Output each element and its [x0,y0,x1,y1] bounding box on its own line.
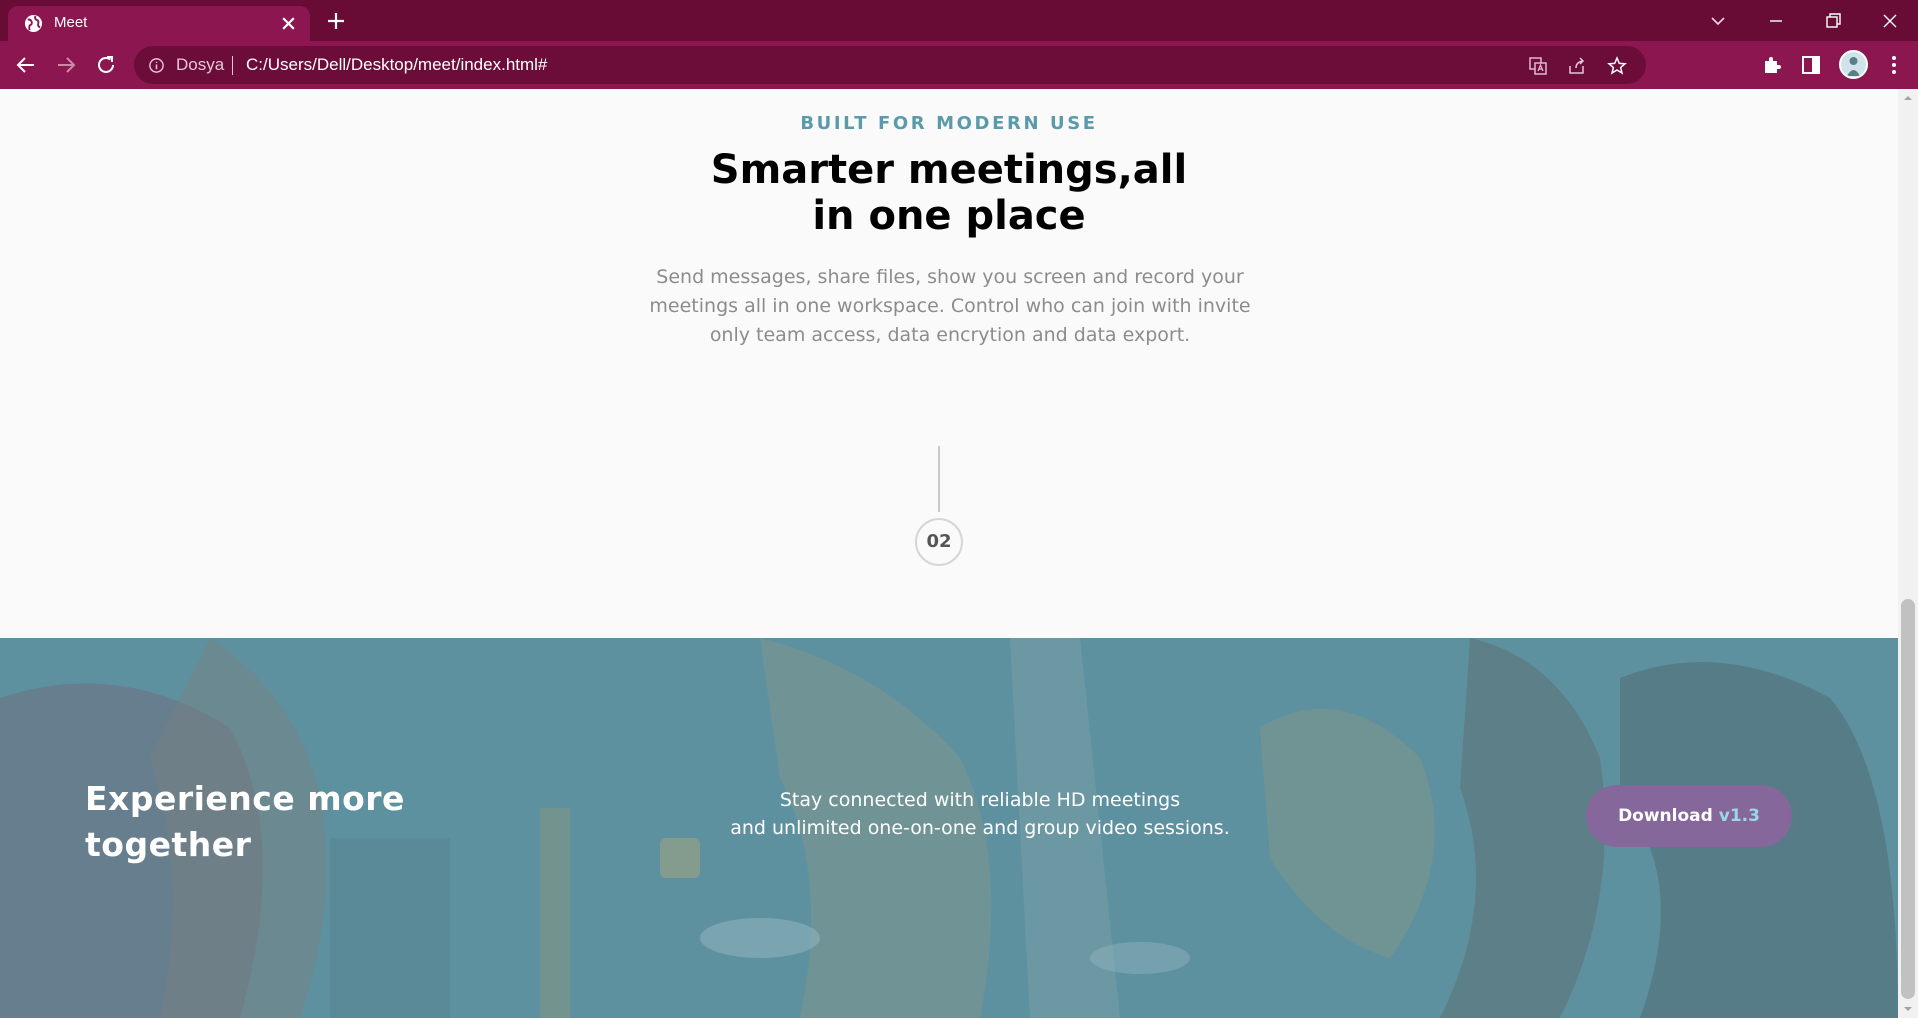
address-bar[interactable]: Dosya C:/Users/Dell/Desktop/meet/index.h… [134,46,1646,84]
download-version: v1.3 [1718,806,1760,826]
close-window-icon[interactable] [1879,10,1901,32]
profile-avatar[interactable] [1839,50,1868,79]
avatar-figure-icon [1847,57,1860,76]
page-scrollbar[interactable] [1898,89,1918,1018]
share-icon[interactable] [1567,56,1587,76]
tab-strip: Meet [0,0,1918,41]
hero-title: Experience more together [85,776,445,868]
download-label: Download [1618,806,1719,826]
url-text[interactable]: C:/Users/Dell/Desktop/meet/index.html# [246,55,547,75]
headline-line-1: Smarter meetings,all [710,147,1188,193]
scroll-down-arrow-icon[interactable] [1903,1004,1913,1014]
info-icon[interactable] [148,57,165,74]
step-connector-line [938,446,940,512]
restore-icon[interactable] [1822,10,1844,32]
minimize-icon[interactable] [1765,10,1787,32]
tab-title: Meet [54,14,88,31]
omnibox-divider [232,56,233,75]
back-arrow-icon[interactable] [14,53,38,77]
browser-toolbar: Dosya C:/Users/Dell/Desktop/meet/index.h… [0,41,1918,89]
more-menu-icon[interactable] [1882,53,1906,77]
headline-line-2: in one place [812,193,1086,239]
close-tab-icon[interactable] [280,15,297,32]
hero-description: Stay connected with reliable HD meetings… [700,786,1260,842]
reload-icon[interactable] [94,53,118,77]
side-panel-icon[interactable] [1799,53,1823,77]
tab-meet[interactable]: Meet [8,6,310,41]
scrollbar-thumb[interactable] [1901,599,1915,999]
bookmark-star-icon[interactable] [1607,56,1627,76]
hero-title-line-2: together [85,825,252,864]
cta-hero-band: Experience more together Stay connected … [0,638,1898,1018]
extensions-puzzle-icon[interactable] [1760,53,1784,77]
forward-arrow-icon[interactable] [54,53,78,77]
section-description: Send messages, share files, show you scr… [649,266,1251,346]
tab-search-chevron-icon[interactable] [1707,10,1729,32]
hero-text-line-2: and unlimited one-on-one and group video… [730,817,1230,839]
hero-title-line-1: Experience more [85,779,405,818]
download-button[interactable]: Download v1.3 [1586,785,1792,847]
section-headline: Smarter meetings,all in one place [0,147,1898,239]
new-tab-icon[interactable] [326,11,346,31]
page-content: BUILT FOR MODERN USE Smarter meetings,al… [0,89,1898,1018]
step-number-badge: 02 [915,518,963,566]
globe-icon [24,14,43,33]
site-chip[interactable]: Dosya [176,55,224,75]
translate-icon[interactable] [1528,56,1548,76]
hero-text-line-1: Stay connected with reliable HD meetings [779,789,1181,811]
scroll-up-arrow-icon[interactable] [1903,93,1913,103]
section-eyebrow: BUILT FOR MODERN USE [800,113,1098,134]
